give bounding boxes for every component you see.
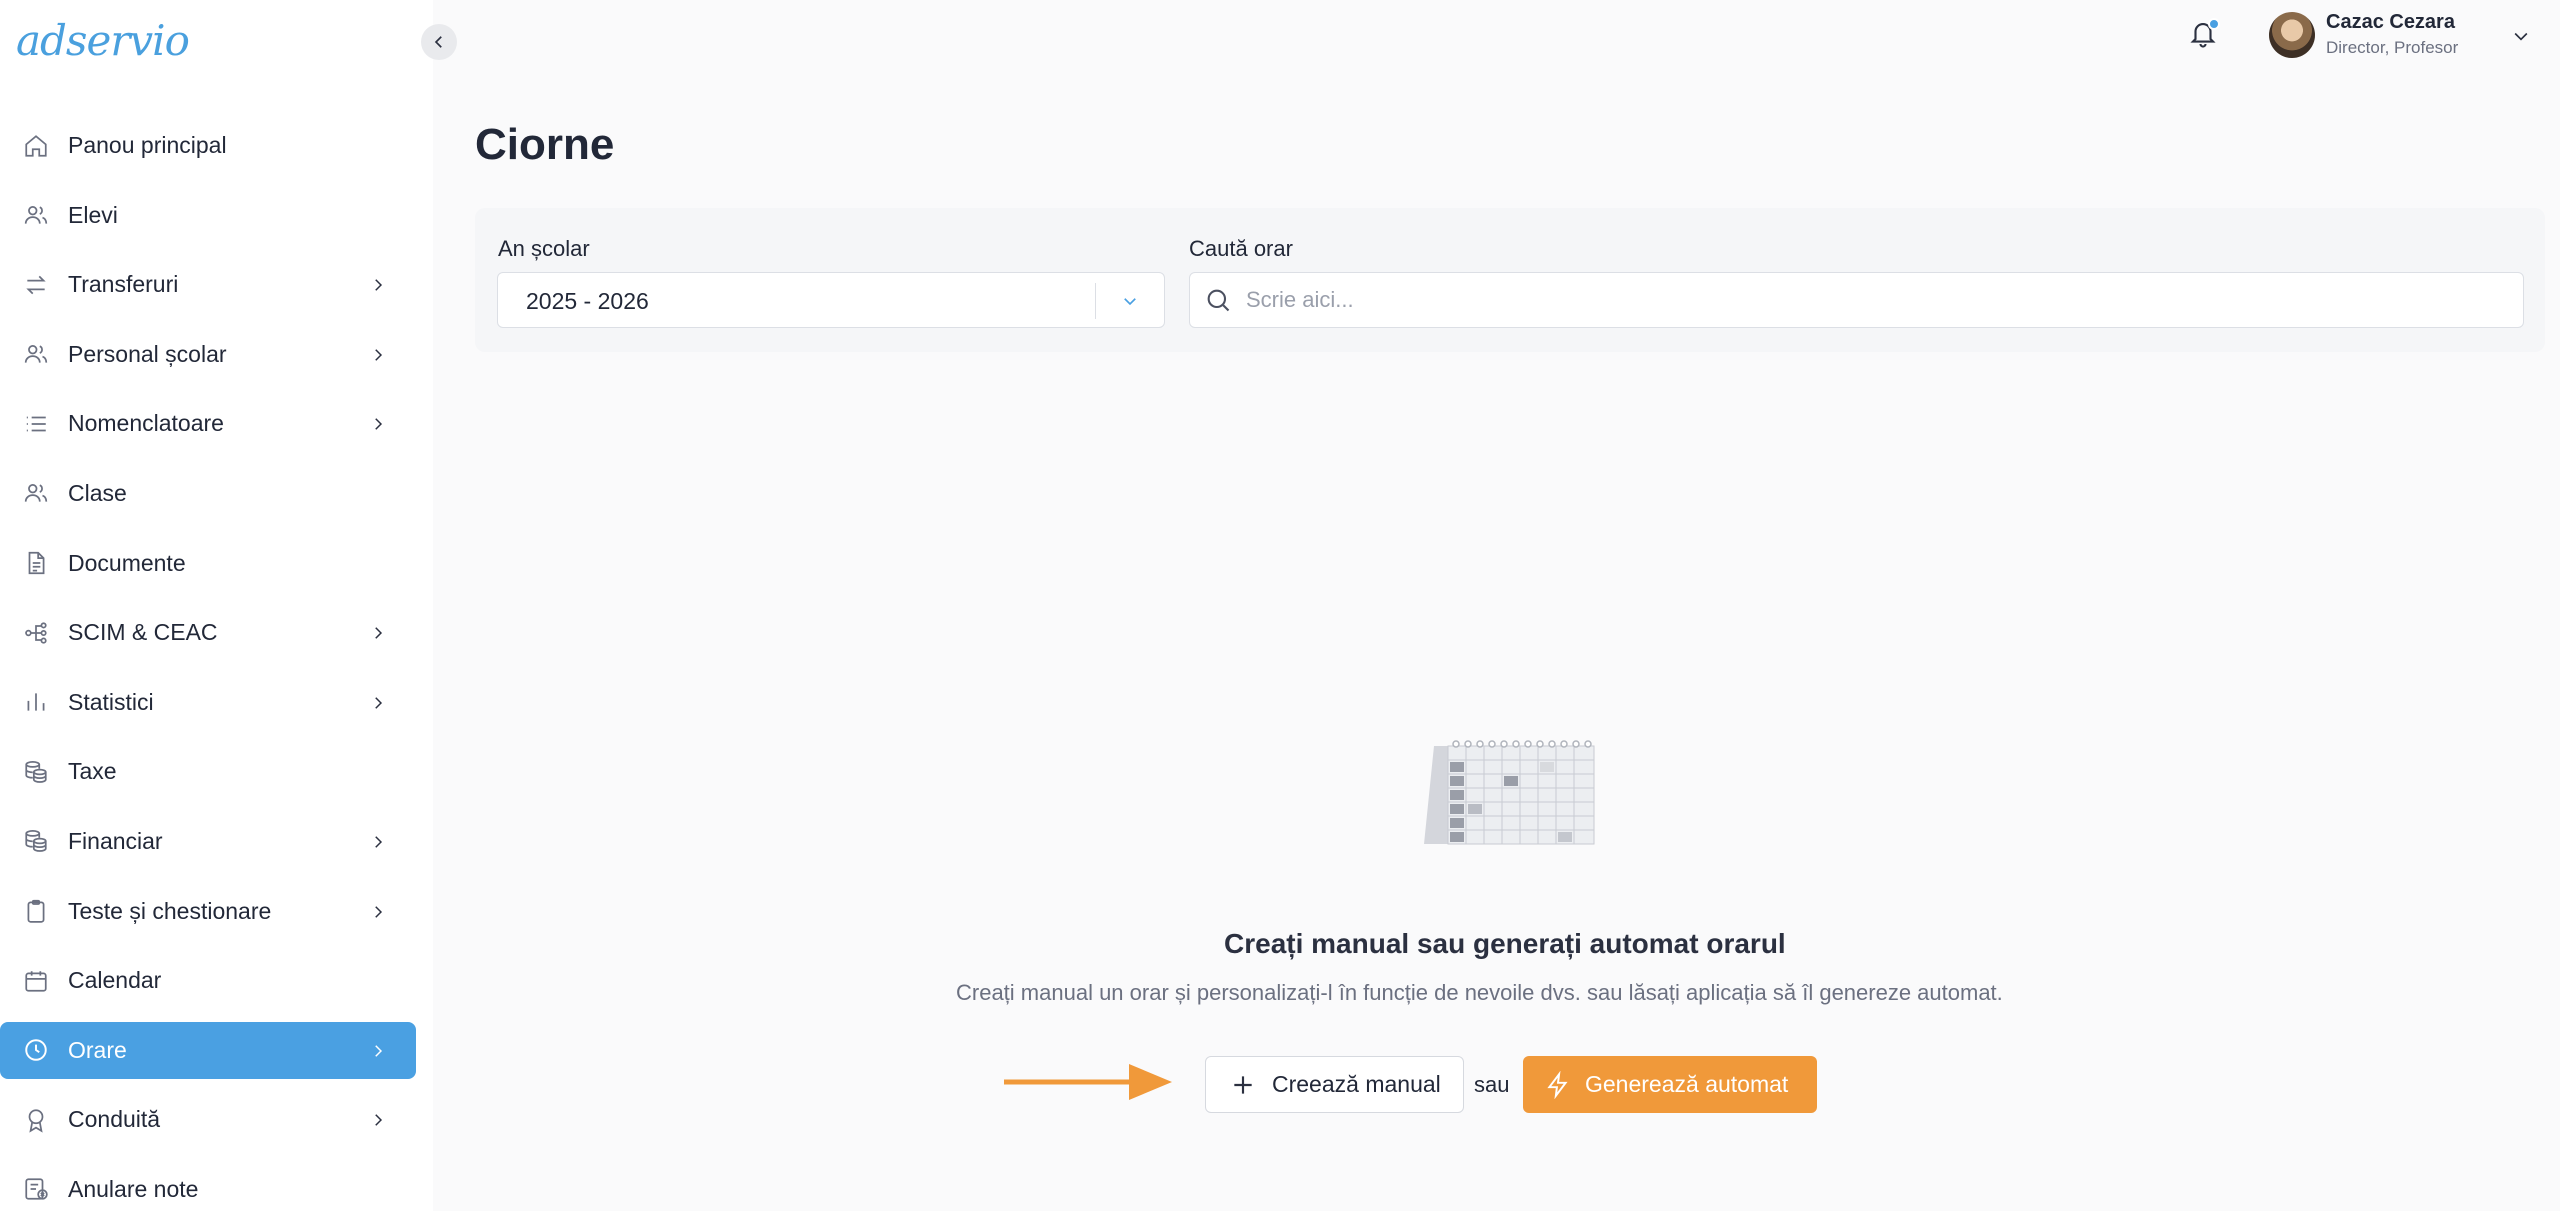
sidebar-item-teste-chestionare[interactable]: Teste și chestionare [0, 883, 433, 940]
chevron-down-icon[interactable] [1116, 287, 1144, 315]
users-icon [22, 201, 50, 229]
clipboard-icon [22, 897, 50, 925]
chevron-down-icon [2514, 32, 2528, 41]
or-text: sau [1474, 1072, 1510, 1097]
user-role: Director, Profesor [2326, 38, 2459, 57]
sidebar-item-calendar[interactable]: Calendar [0, 952, 433, 1009]
create-manually-label: Creează manual [1272, 1071, 1441, 1097]
arrow-right-icon [1004, 1064, 1172, 1100]
sidebar-item-label: Financiar [68, 827, 163, 854]
generate-automatically-button[interactable]: Generează automat [1523, 1056, 1817, 1113]
sidebar-item-label: Teste și chestionare [68, 897, 272, 924]
user-name[interactable]: Cazac Cezara [2326, 11, 2455, 34]
sidebar-item-transferuri[interactable]: Transferuri [0, 256, 433, 313]
notification-badge [2208, 18, 2220, 30]
search-schedule-label: Caută orar [1189, 236, 1293, 261]
sidebar-item-panou-principal[interactable]: Panou principal [0, 117, 433, 174]
sidebar-item-label: Conduită [68, 1106, 161, 1133]
user-menu-button[interactable] [2507, 22, 2535, 50]
school-year-label: An școlar [498, 236, 590, 261]
sidebar-item-label: Taxe [68, 758, 117, 785]
avatar[interactable] [2269, 12, 2315, 58]
sidebar-item-conduita[interactable]: Conduită [0, 1091, 433, 1148]
class-icon [22, 479, 50, 507]
create-manually-button[interactable]: Creează manual [1205, 1056, 1464, 1113]
select-divider [1095, 283, 1096, 319]
coins-icon [22, 758, 50, 786]
network-icon [22, 619, 50, 647]
chevron-right-icon [364, 1037, 392, 1065]
sidebar-item-label: SCIM & CEAC [68, 619, 218, 646]
chevron-right-icon [364, 898, 392, 926]
transfer-icon [22, 271, 50, 299]
generate-automatically-label: Generează automat [1585, 1071, 1789, 1097]
sidebar-item-nomenclatoare[interactable]: Nomenclatoare [0, 395, 433, 452]
sidebar-item-personal-scolar[interactable]: Personal școlar [0, 326, 433, 383]
chevron-right-icon [364, 619, 392, 647]
chevron-right-icon [364, 410, 392, 438]
search-icon [1204, 286, 1234, 316]
list-icon [22, 410, 50, 438]
clock-icon [22, 1036, 50, 1064]
sidebar-item-label: Panou principal [68, 132, 227, 158]
lightning-icon [1547, 1070, 1568, 1099]
home-icon [22, 132, 50, 160]
coins-icon [22, 827, 50, 855]
chevron-right-icon [364, 689, 392, 717]
document-icon [22, 549, 50, 577]
chevron-right-icon [364, 271, 392, 299]
award-icon [22, 1106, 50, 1134]
collapse-sidebar-button[interactable] [421, 24, 457, 60]
search-field[interactable] [1189, 272, 2524, 328]
sidebar-item-taxe[interactable]: Taxe [0, 743, 433, 800]
search-input[interactable] [1246, 281, 2506, 319]
sidebar-item-label: Clase [68, 479, 127, 506]
sidebar-item-anulare-note[interactable]: Anulare note [0, 1161, 433, 1211]
sidebar-item-label: Calendar [68, 967, 162, 994]
staff-icon [22, 340, 50, 368]
sidebar-item-statistici[interactable]: Statistici [0, 674, 433, 731]
empty-state-subtitle: Creați manual un orar și personalizați-l… [956, 980, 2003, 1005]
calendar-icon [22, 967, 50, 995]
school-year-select[interactable]: 2025 - 2026 [497, 272, 1165, 328]
calendar-illustration [1424, 740, 1595, 845]
sidebar-item-label: Transferuri [68, 271, 179, 298]
sidebar-item-label: Anulare note [68, 1175, 199, 1202]
sidebar-item-orare[interactable]: Orare [0, 1021, 416, 1079]
sidebar-item-financiar[interactable]: Financiar [0, 813, 433, 870]
empty-state-title: Creați manual sau generați automat oraru… [1224, 928, 1786, 959]
sidebar: adservio Panou principal Elevi Transferu… [0, 0, 433, 1211]
app-logo[interactable]: adservio [16, 16, 190, 65]
sidebar-item-label: Nomenclatoare [68, 410, 224, 437]
sidebar-item-scim-ceac[interactable]: SCIM & CEAC [0, 604, 433, 661]
sidebar-item-documente[interactable]: Documente [0, 535, 433, 592]
sidebar-nav: Panou principal Elevi Transferuri Person… [0, 117, 433, 1211]
chevron-right-icon [364, 828, 392, 856]
sidebar-item-label: Statistici [68, 688, 154, 715]
chevron-left-icon [434, 36, 442, 48]
sidebar-item-clase[interactable]: Clase [0, 465, 433, 522]
bar-chart-icon [22, 688, 50, 716]
sidebar-item-label: Personal școlar [68, 340, 227, 367]
chevron-right-icon [364, 1106, 392, 1134]
sidebar-item-label: Elevi [68, 201, 118, 228]
chevron-right-icon [364, 341, 392, 369]
sidebar-item-elevi[interactable]: Elevi [0, 187, 433, 244]
cancel-grades-icon [22, 1175, 50, 1203]
sidebar-item-label: Orare [68, 1036, 127, 1063]
sidebar-item-label: Documente [68, 549, 186, 576]
school-year-value: 2025 - 2026 [526, 288, 649, 314]
page-title: Ciorne [475, 120, 615, 169]
plus-icon [1234, 1075, 1252, 1094]
